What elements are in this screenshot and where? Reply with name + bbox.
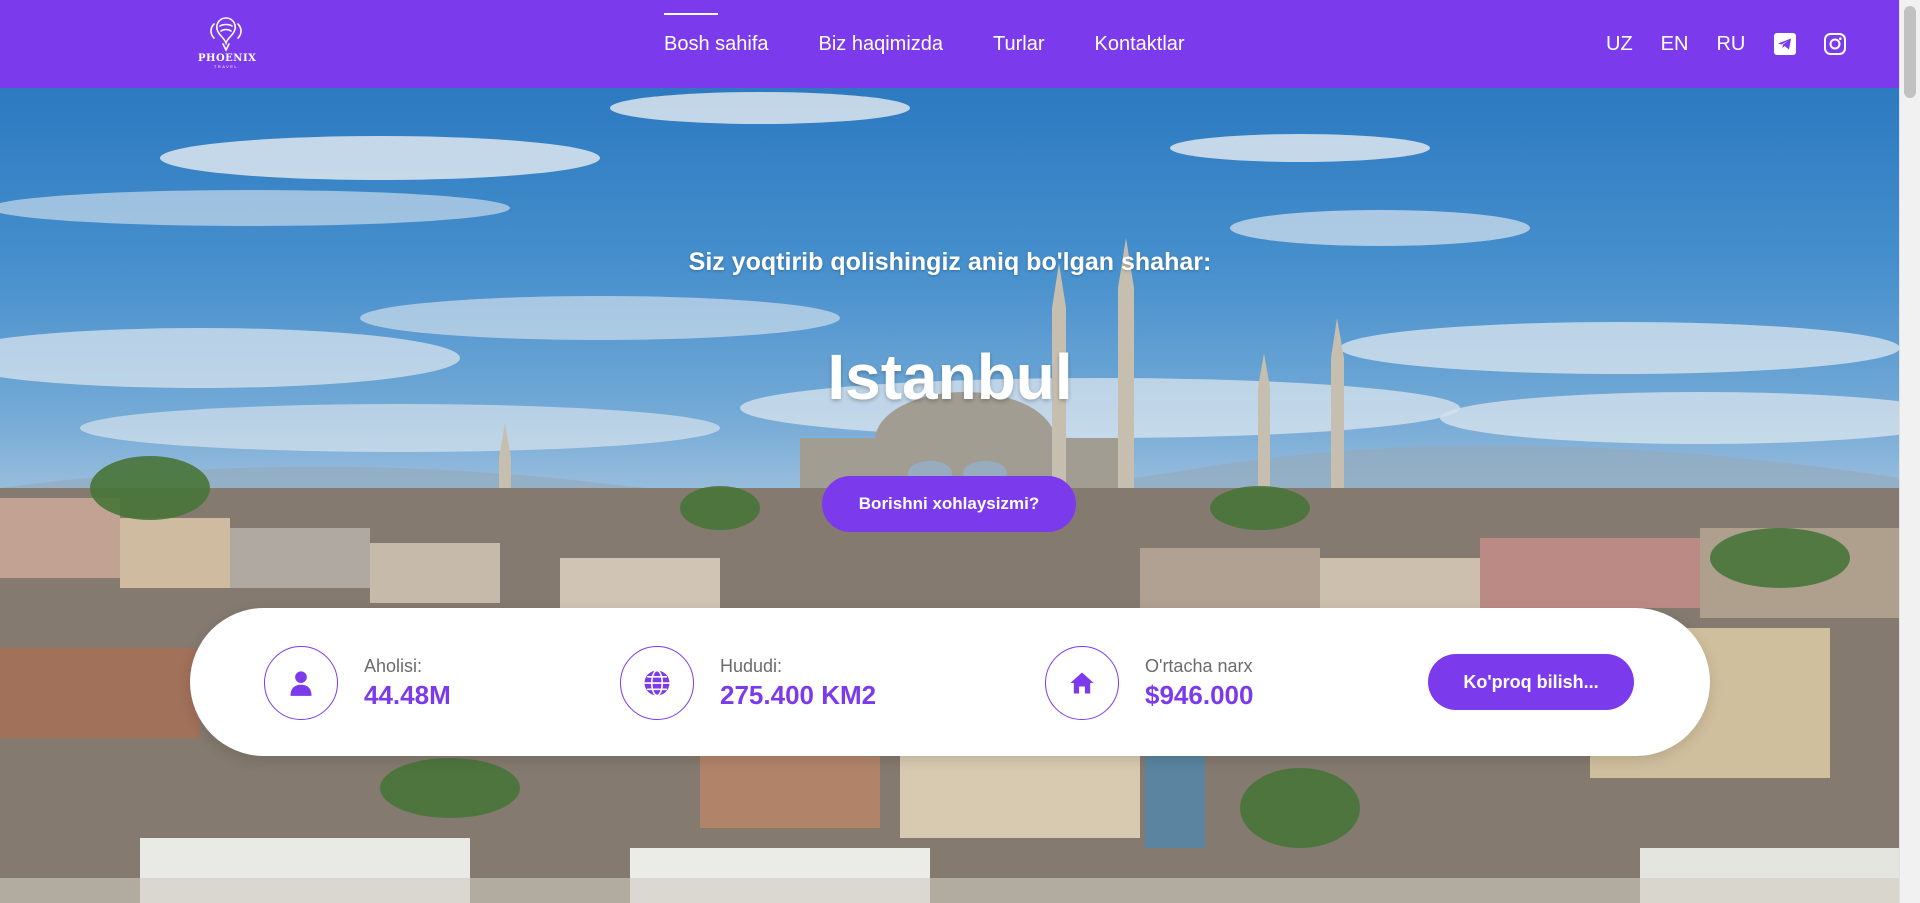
top-navbar: PHOENIX TRAVEL Bosh sahifa Biz haqimizda…: [0, 0, 1900, 88]
user-icon: [264, 646, 338, 720]
stat-value: $946.000: [1145, 680, 1254, 710]
stat-population: Aholisi: 44.48M: [264, 645, 451, 721]
nav-item-home[interactable]: Bosh sahifa: [664, 12, 769, 56]
stat-value: 275.400 KM2: [720, 680, 877, 710]
city-info-card: Aholisi: 44.48M Hududi: 275.400 KM2 O'rt…: [190, 608, 1710, 756]
globe-icon: [620, 646, 694, 720]
instagram-icon[interactable]: [1823, 32, 1847, 56]
stat-average-price: O'rtacha narx $946.000: [1045, 645, 1253, 721]
page-scrollbar[interactable]: [1899, 0, 1920, 903]
scrollbar-thumb[interactable]: [1904, 6, 1916, 98]
nav-item-about[interactable]: Biz haqimizda: [819, 33, 944, 56]
language-switcher: UZ EN RU: [1606, 0, 1873, 88]
phoenix-logo[interactable]: PHOENIX TRAVEL: [198, 14, 257, 76]
lang-uz[interactable]: UZ: [1606, 33, 1633, 56]
lang-en[interactable]: EN: [1661, 33, 1689, 56]
stat-label: Hududi:: [720, 656, 783, 676]
lang-ru[interactable]: RU: [1716, 33, 1745, 56]
home-icon: [1045, 646, 1119, 720]
nav-item-tours[interactable]: Turlar: [993, 33, 1044, 56]
logo-subtitle: TRAVEL: [213, 64, 239, 69]
hero-subtitle: Siz yoqtirib qolishingiz aniq bo'lgan sh…: [688, 248, 1212, 276]
stat-label: O'rtacha narx: [1145, 656, 1253, 676]
page: PHOENIX TRAVEL Bosh sahifa Biz haqimizda…: [0, 0, 1920, 903]
hero-section: Siz yoqtirib qolishingiz aniq bo'lgan sh…: [0, 88, 1900, 903]
stat-value: 44.48M: [364, 680, 451, 710]
learn-more-button[interactable]: Ko'proq bilish...: [1428, 654, 1634, 710]
stat-label: Aholisi:: [364, 656, 423, 676]
telegram-icon[interactable]: [1773, 32, 1797, 56]
hero-city-title: Istanbul: [827, 341, 1073, 413]
logo-name: PHOENIX: [198, 53, 257, 64]
stat-area: Hududi: 275.400 KM2: [620, 645, 876, 721]
nav-item-contacts[interactable]: Kontaktlar: [1095, 33, 1185, 56]
main-nav: Bosh sahifa Biz haqimizda Turlar Kontakt…: [664, 0, 1235, 88]
want-to-go-button[interactable]: Borishni xohlaysizmi?: [822, 476, 1076, 532]
phoenix-bird-icon: [210, 17, 242, 52]
